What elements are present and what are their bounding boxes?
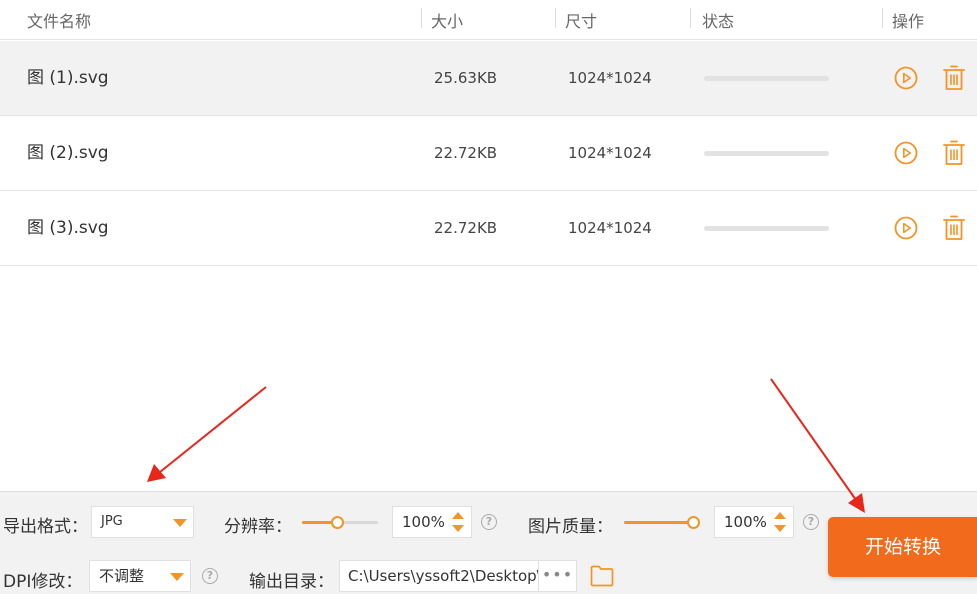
caret-down-icon: [170, 573, 184, 581]
folder-icon[interactable]: [590, 565, 614, 587]
column-header-actions: 操作: [892, 12, 925, 31]
dpi-value: 不调整: [99, 567, 145, 585]
output-dir-label: 输出目录：: [249, 572, 334, 592]
column-divider: [690, 8, 691, 28]
file-name: 图 (1).svg: [27, 68, 109, 88]
start-convert-button[interactable]: 开始转换: [828, 517, 977, 577]
resolution-label: 分辨率：: [224, 517, 292, 537]
file-size: 22.72KB: [434, 144, 498, 162]
file-row[interactable]: 图 (2).svg 22.72KB 1024*1024: [0, 116, 977, 191]
status-progress-bar: [704, 76, 829, 81]
resolution-slider[interactable]: [302, 515, 378, 529]
slider-knob[interactable]: [687, 516, 700, 529]
dpi-dropdown[interactable]: 不调整: [89, 560, 191, 592]
output-path-value: C:\Users\yssoft2\Desktop\: [348, 567, 542, 585]
app-window: 文件名称 大小 尺寸 状态 操作 图 (1).svg 25.63KB 1024*…: [0, 0, 977, 594]
column-header-size[interactable]: 大小: [431, 8, 463, 32]
file-dimensions: 1024*1024: [568, 144, 652, 162]
browse-button[interactable]: •••: [538, 561, 576, 591]
column-divider: [555, 8, 556, 28]
column-header-status[interactable]: 状态: [702, 8, 734, 32]
play-circle-icon[interactable]: [894, 216, 918, 240]
output-path-field[interactable]: C:\Users\yssoft2\Desktop\ •••: [339, 560, 577, 592]
decrement-arrow-icon[interactable]: [774, 525, 786, 532]
column-header-dimensions[interactable]: 尺寸: [565, 8, 597, 32]
table-header: 文件名称 大小 尺寸 状态 操作: [0, 0, 977, 40]
column-divider: [421, 8, 422, 28]
increment-arrow-icon[interactable]: [774, 512, 786, 519]
file-name: 图 (2).svg: [27, 143, 109, 163]
status-progress-bar: [704, 226, 829, 231]
caret-down-icon: [173, 519, 187, 527]
quality-value: 100%: [724, 513, 767, 531]
file-row[interactable]: 图 (3).svg 22.72KB 1024*1024: [0, 191, 977, 266]
column-header-name[interactable]: 文件名称: [27, 8, 91, 32]
file-size: 25.63KB: [434, 69, 498, 87]
file-size: 22.72KB: [434, 219, 498, 237]
annotation-arrow-left: [147, 386, 267, 482]
resolution-spinbox[interactable]: 100%: [392, 506, 472, 538]
help-icon[interactable]: ?: [202, 568, 218, 584]
file-name: 图 (3).svg: [27, 218, 109, 238]
resolution-value: 100%: [402, 513, 445, 531]
slider-knob[interactable]: [330, 516, 344, 529]
play-circle-icon[interactable]: [894, 66, 918, 90]
column-divider: [882, 8, 883, 28]
file-dimensions: 1024*1024: [568, 69, 652, 87]
file-dimensions: 1024*1024: [568, 219, 652, 237]
dpi-label: DPI修改：: [3, 572, 83, 592]
play-circle-icon[interactable]: [894, 141, 918, 165]
slider-fill: [624, 521, 693, 524]
format-dropdown[interactable]: JPG: [91, 506, 194, 538]
decrement-arrow-icon[interactable]: [452, 525, 464, 532]
status-progress-bar: [704, 151, 829, 156]
increment-arrow-icon[interactable]: [452, 512, 464, 519]
help-icon[interactable]: ?: [803, 514, 819, 530]
trash-icon[interactable]: [943, 215, 965, 241]
file-row[interactable]: 图 (1).svg 25.63KB 1024*1024: [0, 41, 977, 116]
quality-slider[interactable]: [624, 515, 700, 529]
help-icon[interactable]: ?: [481, 514, 497, 530]
format-label: 导出格式：: [3, 517, 88, 537]
trash-icon[interactable]: [943, 65, 965, 91]
trash-icon[interactable]: [943, 140, 965, 166]
format-value: JPG: [101, 514, 123, 529]
quality-spinbox[interactable]: 100%: [714, 506, 794, 538]
quality-label: 图片质量：: [528, 517, 613, 537]
